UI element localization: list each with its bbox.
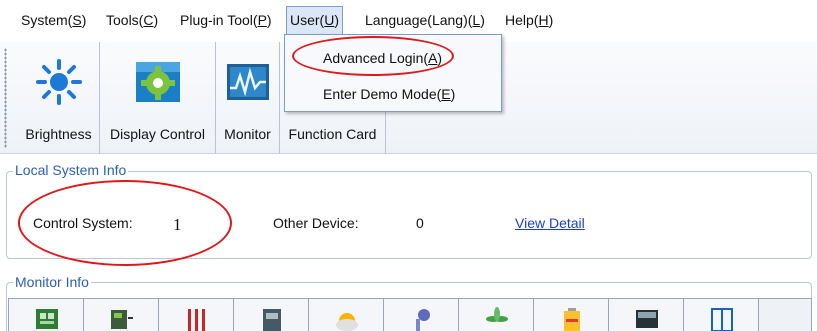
brightness-sun-icon — [35, 59, 82, 105]
monitor-cell-battery[interactable] — [534, 299, 609, 331]
probe-icon — [416, 309, 430, 331]
fan-icon — [486, 307, 508, 322]
weather-icon — [336, 313, 358, 331]
monitor-wave-icon — [226, 64, 269, 100]
control-system-label: Control System: — [33, 215, 133, 231]
menu-plugin-tool[interactable]: Plug-in Tool(P) — [177, 10, 275, 30]
battery-icon — [564, 308, 580, 331]
menu-help[interactable]: Help(H) — [502, 10, 556, 30]
view-detail-link[interactable]: View Detail — [515, 215, 585, 231]
menu-user[interactable]: User(U) — [286, 6, 344, 34]
device-icon — [263, 309, 281, 331]
tool-monitor[interactable]: Monitor — [216, 42, 280, 154]
screen-icon — [636, 310, 658, 328]
other-device-label: Other Device: — [273, 215, 359, 231]
monitor-icon-strip — [8, 298, 812, 331]
monitor-cell-screen[interactable] — [609, 299, 684, 331]
monitor-cell-door[interactable] — [684, 299, 759, 331]
monitor-cell-device[interactable] — [234, 299, 309, 331]
monitor-cell-temperature[interactable] — [159, 299, 234, 331]
other-device-value: 0 — [416, 215, 424, 231]
card-icon — [111, 310, 133, 329]
menu-tools[interactable]: Tools(C) — [103, 10, 161, 30]
group-title-local-system: Local System Info — [13, 162, 129, 178]
local-system-info-group: Local System Info Control System: 1 Othe… — [6, 162, 812, 259]
enter-demo-mode-menu-item[interactable]: Enter Demo Mode(E) — [323, 83, 455, 105]
menu-language[interactable]: Language(Lang)(L) — [362, 10, 488, 30]
board-icon — [36, 309, 58, 329]
menu-system[interactable]: System(S) — [18, 10, 89, 30]
toolbar-grip[interactable] — [4, 48, 7, 148]
group-title-monitor-info: Monitor Info — [13, 274, 91, 290]
monitor-cell-weather[interactable] — [309, 299, 384, 331]
monitor-cell-probe[interactable] — [384, 299, 459, 331]
user-dropdown-menu: Advanced Login(A) Enter Demo Mode(E) — [284, 34, 502, 112]
door-icon — [711, 308, 733, 331]
advanced-login-menu-item[interactable]: Advanced Login(A) — [323, 47, 442, 69]
tool-brightness[interactable]: Brightness — [18, 42, 100, 154]
display-control-icon — [135, 62, 180, 102]
monitor-cell-fan[interactable] — [459, 299, 534, 331]
tool-display-control[interactable]: Display Control — [100, 42, 216, 154]
monitor-cell-board[interactable] — [9, 299, 84, 331]
monitor-cell-card[interactable] — [84, 299, 159, 331]
temperature-icon — [188, 309, 205, 331]
control-system-value: 1 — [173, 215, 182, 234]
